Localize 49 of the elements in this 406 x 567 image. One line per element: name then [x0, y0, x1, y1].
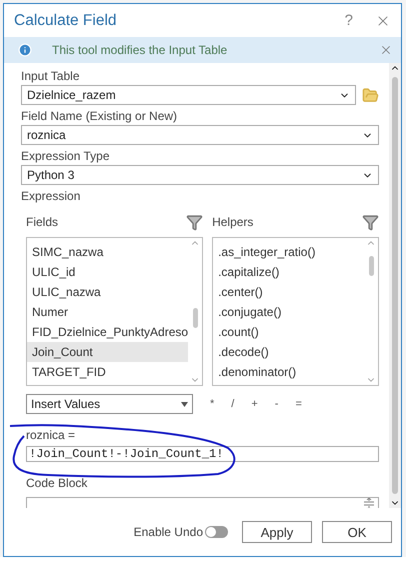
expression-type-dropdown[interactable]: Python 3 [21, 165, 379, 185]
filter-icon[interactable] [362, 214, 379, 230]
field-label: Input Table [21, 69, 80, 83]
fields-label: Fields [26, 215, 58, 229]
operator-button[interactable]: + [251, 398, 258, 410]
field-label: Field Name (Existing or New) [21, 109, 178, 123]
helper-item[interactable]: .as_integer_ratio() [213, 242, 364, 262]
ok-button[interactable]: OK [322, 521, 392, 543]
field-item[interactable]: ULIC_id [27, 262, 188, 282]
info-message: This tool modifies the Input Table [52, 43, 228, 57]
input-table-dropdown[interactable]: Dzielnice_razem [21, 85, 356, 105]
code-block-label: Code Block [26, 476, 88, 490]
operator-button[interactable]: = [295, 398, 302, 410]
helper-item[interactable]: .center() [213, 282, 364, 302]
operator-button[interactable]: - [274, 398, 278, 410]
field-item[interactable]: Join_Count [27, 342, 188, 362]
field-item[interactable]: FID_Dzielnice_PunktyAdreso [27, 322, 188, 342]
helper-item[interactable]: .count() [213, 322, 364, 342]
field-item[interactable]: Numer [27, 302, 188, 322]
folder-icon[interactable] [362, 86, 379, 104]
operator-button[interactable]: / [231, 398, 234, 410]
helper-item[interactable]: .capitalize() [213, 262, 364, 282]
field-item[interactable]: TARGET_FID [27, 362, 188, 382]
insert-values-dropdown[interactable]: Insert Values [26, 394, 193, 414]
expression-label: roznica = [26, 428, 76, 442]
enable-undo-toggle[interactable] [205, 526, 228, 538]
close-icon[interactable] [379, 43, 393, 57]
scroll-thumb[interactable] [368, 256, 374, 276]
field-item[interactable]: ULIC_nazwa [27, 282, 188, 302]
help-button[interactable]: ? [344, 12, 353, 29]
helper-item[interactable]: .denominator() [213, 362, 364, 382]
info-icon [18, 43, 32, 57]
field-name-dropdown[interactable]: roznica [21, 125, 379, 145]
field-item[interactable]: SIMC_nazwa [27, 242, 188, 262]
expression-input[interactable]: !Join_Count!-!Join_Count_1! [26, 446, 379, 462]
operator-button[interactable]: * [210, 398, 214, 410]
helper-item[interactable]: .conjugate() [213, 302, 364, 322]
apply-button[interactable]: Apply [242, 521, 312, 543]
window-title: Calculate Field [14, 12, 118, 30]
helpers-label: Helpers [212, 215, 254, 229]
filter-icon[interactable] [186, 214, 204, 230]
scroll-thumb[interactable] [192, 308, 198, 328]
code-block-input[interactable] [26, 497, 379, 508]
helper-item[interactable]: .decode() [213, 342, 364, 362]
enable-undo-label: Enable Undo [134, 525, 203, 539]
section-label: Expression [21, 189, 82, 203]
field-label: Expression Type [21, 149, 110, 163]
resize-icon [364, 498, 374, 508]
caret-icon [181, 402, 188, 406]
